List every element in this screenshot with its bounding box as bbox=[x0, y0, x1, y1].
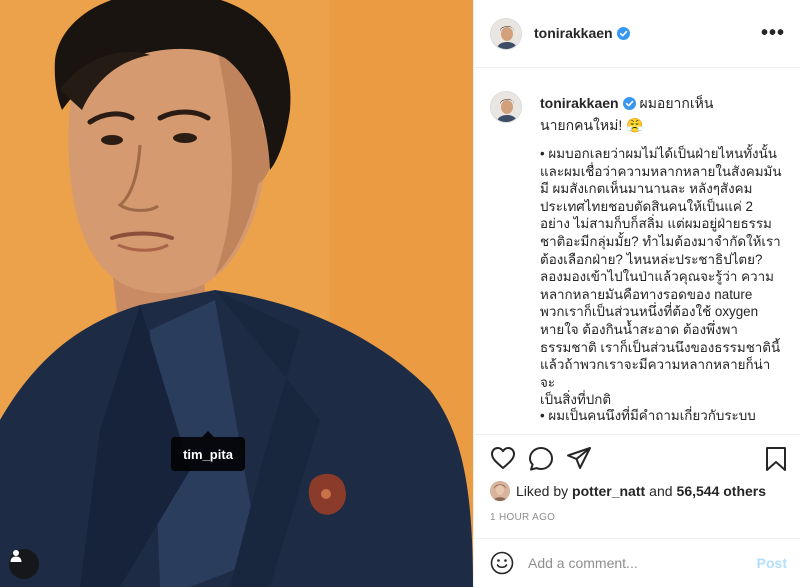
likes-prefix: Liked by bbox=[516, 483, 569, 499]
more-options-icon[interactable]: ••• bbox=[761, 22, 785, 45]
likes-summary: Liked by potter_natt and 56,544 others bbox=[490, 480, 766, 502]
user-tag-icon[interactable] bbox=[9, 549, 39, 579]
header-username-text[interactable]: tonirakkaen bbox=[534, 25, 613, 41]
avatar[interactable] bbox=[490, 18, 522, 50]
bookmark-icon[interactable] bbox=[765, 446, 787, 477]
comments-area[interactable]: tonirakkaen ผมอยากเห็นนายกคนใหม่! 😤 • ผม… bbox=[474, 69, 800, 435]
comment-bar: Post bbox=[474, 538, 800, 587]
user-tag-label[interactable]: tim_pita bbox=[171, 431, 245, 471]
action-bar bbox=[474, 436, 800, 480]
post-timestamp[interactable]: 1 HOUR AGO bbox=[490, 512, 555, 523]
liker-username[interactable]: potter_natt bbox=[572, 483, 645, 499]
liker-avatar[interactable] bbox=[490, 481, 510, 501]
post-button[interactable]: Post bbox=[757, 555, 787, 571]
share-icon[interactable] bbox=[566, 446, 592, 475]
header-username[interactable]: tonirakkaen bbox=[534, 25, 630, 43]
portrait-illustration bbox=[0, 0, 473, 587]
caption-username[interactable]: tonirakkaen bbox=[540, 95, 619, 111]
comment-icon[interactable] bbox=[528, 446, 554, 477]
caption-headline-row: tonirakkaen ผมอยากเห็นนายกคนใหม่! 😤 bbox=[540, 93, 740, 135]
caption-paragraph-2: • ผมเป็นคนนึงที่มีคำถามเกี่ยวกับระบบ bbox=[540, 408, 756, 423]
likes-count[interactable]: 56,544 others bbox=[677, 483, 767, 499]
verified-badge-icon bbox=[616, 27, 630, 43]
heart-icon[interactable] bbox=[490, 446, 516, 475]
caption-paragraph-1: • ผมบอกเลยว่าผมไม่ได้เป็นฝ่ายไหนทั้งนั้น… bbox=[540, 146, 782, 408]
caption-avatar[interactable] bbox=[490, 91, 522, 123]
likes-connector: and bbox=[649, 483, 673, 499]
emoji-icon[interactable] bbox=[490, 551, 514, 580]
verified-badge-icon bbox=[622, 95, 636, 115]
post-photo[interactable]: tim_pita bbox=[0, 0, 473, 587]
post-header: tonirakkaen ••• bbox=[474, 0, 800, 68]
post-side-panel: tonirakkaen ••• tonirakkaen ผมอยากเห็นนา… bbox=[473, 0, 800, 587]
comment-input[interactable] bbox=[528, 552, 738, 574]
